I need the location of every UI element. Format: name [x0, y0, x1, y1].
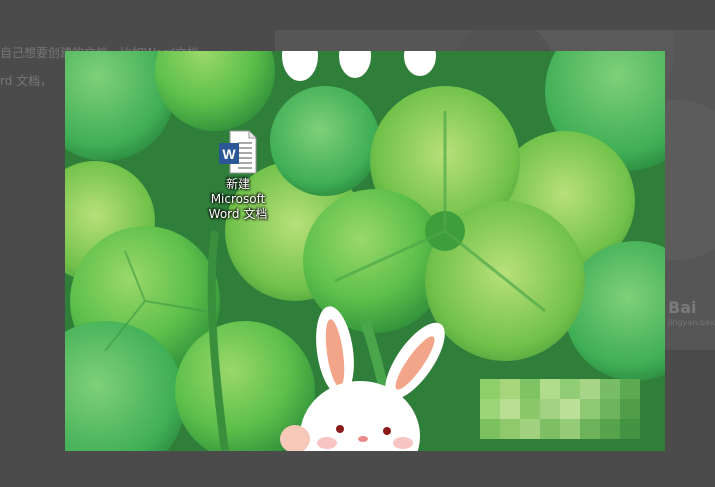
background-text-line: rd 文档，: [0, 74, 53, 88]
desktop-icon-new-word-document[interactable]: W 新建 Microsoft Word 文档: [203, 129, 273, 222]
pixelated-mosaic: [480, 379, 640, 439]
svg-text:W: W: [222, 146, 236, 162]
desktop-icon-label-line: Word 文档: [208, 207, 268, 221]
desktop-wallpaper[interactable]: W 新建 Microsoft Word 文档: [65, 51, 665, 451]
word-document-icon[interactable]: W: [218, 129, 258, 175]
screenshot-page: 自己想要创建的文档，比如Word文档 rd 文档， Bai jingyan.ba…: [0, 0, 715, 487]
watermark-logo: Bai: [668, 298, 697, 317]
desktop-icon-label-line: Microsoft: [210, 192, 266, 206]
desktop-icon-label-line: 新建: [225, 177, 250, 191]
watermark-url: jingyan.baidu.com: [668, 318, 715, 327]
